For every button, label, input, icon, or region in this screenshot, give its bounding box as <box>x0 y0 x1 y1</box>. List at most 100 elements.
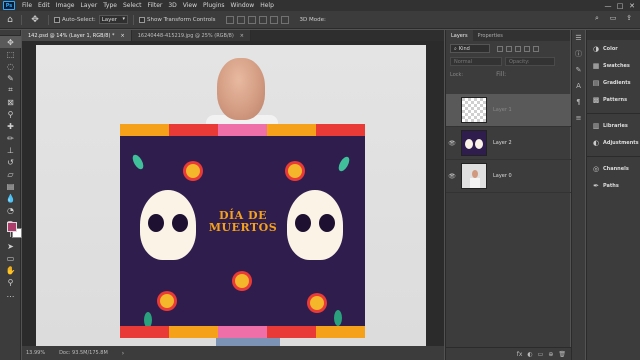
group-icon[interactable]: ▭ <box>538 351 544 358</box>
workspace-icon[interactable]: ▭ <box>608 14 618 24</box>
eraser-tool-icon[interactable]: ▱ <box>0 168 21 180</box>
chevron-right-icon[interactable]: › <box>122 350 124 357</box>
panel-adjustments[interactable]: ◐ Adjustments <box>587 134 640 151</box>
menu-image[interactable]: Image <box>53 2 78 9</box>
align-center-icon[interactable] <box>237 15 246 24</box>
close-tab-icon[interactable]: × <box>240 33 244 39</box>
menu-plugins[interactable]: Plugins <box>200 2 228 9</box>
stamp-tool-icon[interactable]: ⊥ <box>0 144 21 156</box>
menu-file[interactable]: File <box>19 2 35 9</box>
doc-tab-active[interactable]: 142.psd @ 14% (Layer 1, RGB/8) * × <box>22 30 132 41</box>
mask-icon[interactable]: ◐ <box>527 351 532 358</box>
close-tab-icon[interactable]: × <box>121 33 125 39</box>
zoom-level[interactable]: 13.99% <box>26 350 45 356</box>
lasso-tool-icon[interactable]: ◌ <box>0 60 21 72</box>
fx-icon[interactable]: fx <box>517 351 523 358</box>
layer-row-layer-0[interactable]: 👁 Layer 0 <box>446 160 571 193</box>
auto-select-checkbox[interactable] <box>54 16 60 23</box>
shape-filter-icon[interactable] <box>524 45 530 52</box>
menu-filter[interactable]: Filter <box>145 2 166 9</box>
transform-controls-checkbox[interactable] <box>139 16 146 23</box>
search-icon[interactable]: ⌕ <box>592 14 602 24</box>
marquee-tool-icon[interactable]: ⬚ <box>0 48 21 60</box>
new-layer-icon[interactable]: ⊕ <box>548 351 553 358</box>
auto-select-label: Auto-Select: <box>62 16 96 23</box>
zoom-tool-icon[interactable]: ⚲ <box>0 276 21 288</box>
align-middle-icon[interactable] <box>270 15 279 24</box>
trash-icon[interactable]: 🗑 <box>558 351 566 358</box>
menu-help[interactable]: Help <box>257 2 277 9</box>
paragraph-icon[interactable]: ¶ <box>572 94 585 110</box>
menu-layer[interactable]: Layer <box>77 2 100 9</box>
menu-window[interactable]: Window <box>228 2 258 9</box>
kind-filter-dropdown[interactable]: ⌕ Kind <box>450 44 490 53</box>
align-bottom-icon[interactable] <box>281 15 290 24</box>
align-top-icon[interactable] <box>259 15 268 24</box>
hand-tool-icon[interactable]: ✋ <box>0 264 21 276</box>
panel-patterns[interactable]: ▩ Patterns <box>587 91 640 108</box>
layer-name[interactable]: Layer 0 <box>493 173 512 179</box>
menu-edit[interactable]: Edit <box>35 2 53 9</box>
home-icon[interactable]: ⌂ <box>4 14 16 26</box>
adjustment-filter-icon[interactable] <box>506 45 512 52</box>
layer-name[interactable]: Layer 2 <box>493 140 512 146</box>
gradient-tool-icon[interactable]: ▤ <box>0 180 21 192</box>
eye-icon[interactable]: 👁 <box>446 173 458 180</box>
layers-panel-footer: fx ◐ ▭ ⊕ 🗑 <box>446 347 571 360</box>
panel-libraries[interactable]: ▥ Libraries <box>587 117 640 134</box>
menu-view[interactable]: View <box>180 2 200 9</box>
maximize-icon[interactable]: □ <box>614 2 626 10</box>
opacity-field[interactable]: Opacity: <box>505 57 555 66</box>
align-left-icon[interactable] <box>226 15 235 24</box>
blend-mode-dropdown[interactable]: Normal <box>450 57 502 66</box>
menu-type[interactable]: Type <box>100 2 120 9</box>
panel-gradients[interactable]: ▤ Gradients <box>587 74 640 91</box>
frame-tool-icon[interactable]: ⊠ <box>0 96 21 108</box>
info-icon[interactable]: ⓘ <box>572 46 585 62</box>
history-brush-tool-icon[interactable]: ↺ <box>0 156 21 168</box>
move-tool-icon[interactable]: ✥ <box>0 36 21 48</box>
character-icon[interactable]: A <box>572 78 585 94</box>
move-tool-preset-icon[interactable]: ✥ <box>27 14 43 26</box>
tab-layers[interactable]: Layers <box>446 30 473 41</box>
panel-paths[interactable]: ✒ Paths <box>587 177 640 194</box>
quick-select-tool-icon[interactable]: ✎ <box>0 72 21 84</box>
panel-channels[interactable]: ◎ Channels <box>587 160 640 177</box>
healing-brush-tool-icon[interactable]: ✚ <box>0 120 21 132</box>
more-tools-icon[interactable]: … <box>0 288 21 300</box>
panel-color[interactable]: ◑ Color <box>587 40 640 57</box>
foreground-color-swatch[interactable] <box>7 222 17 232</box>
tab-properties[interactable]: Properties <box>473 30 508 41</box>
document-canvas[interactable]: DÍA DE MUERTOS <box>36 45 426 346</box>
panel-grip[interactable] <box>587 30 640 40</box>
share-icon[interactable]: ⇪ <box>624 14 634 24</box>
history-icon[interactable]: ☰ <box>572 30 585 46</box>
dodge-tool-icon[interactable]: ◔ <box>0 204 21 216</box>
layer-row-layer-1[interactable]: Layer 1 <box>446 94 571 127</box>
auto-select-dropdown[interactable]: Layer <box>98 15 129 24</box>
panel-swatches[interactable]: ▦ Swatches <box>587 57 640 74</box>
eye-icon[interactable]: 👁 <box>446 140 458 147</box>
layer-thumbnail <box>461 97 487 123</box>
minimize-icon[interactable]: — <box>602 2 614 10</box>
layer-row-layer-2[interactable]: 👁 Layer 2 <box>446 127 571 160</box>
crop-tool-icon[interactable]: ⌗ <box>0 84 21 96</box>
layer-name[interactable]: Layer 1 <box>493 107 512 113</box>
brush-settings-icon[interactable]: ✎ <box>572 62 585 78</box>
brush-tool-icon[interactable]: ✏ <box>0 132 21 144</box>
shape-tool-icon[interactable]: ▭ <box>0 252 21 264</box>
type-filter-icon[interactable] <box>515 45 521 52</box>
dia-de-muertos-poster[interactable]: DÍA DE MUERTOS <box>120 124 365 338</box>
doc-tab[interactable]: 16240448-415219.jpg @ 25% (RGB/8) × <box>131 30 251 41</box>
menu-select[interactable]: Select <box>120 2 145 9</box>
align-right-icon[interactable] <box>248 15 257 24</box>
path-select-tool-icon[interactable]: ➤ <box>0 240 21 252</box>
canvas-area[interactable]: DÍA DE MUERTOS <box>22 41 444 346</box>
close-icon[interactable]: ✕ <box>626 2 638 10</box>
menu-3d[interactable]: 3D <box>165 2 179 9</box>
eyedropper-tool-icon[interactable]: ⚲ <box>0 108 21 120</box>
blur-tool-icon[interactable]: 💧 <box>0 192 21 204</box>
glyphs-icon[interactable]: ≡ <box>572 110 585 126</box>
pixel-filter-icon[interactable] <box>497 45 503 52</box>
smart-object-filter-icon[interactable] <box>533 45 539 52</box>
